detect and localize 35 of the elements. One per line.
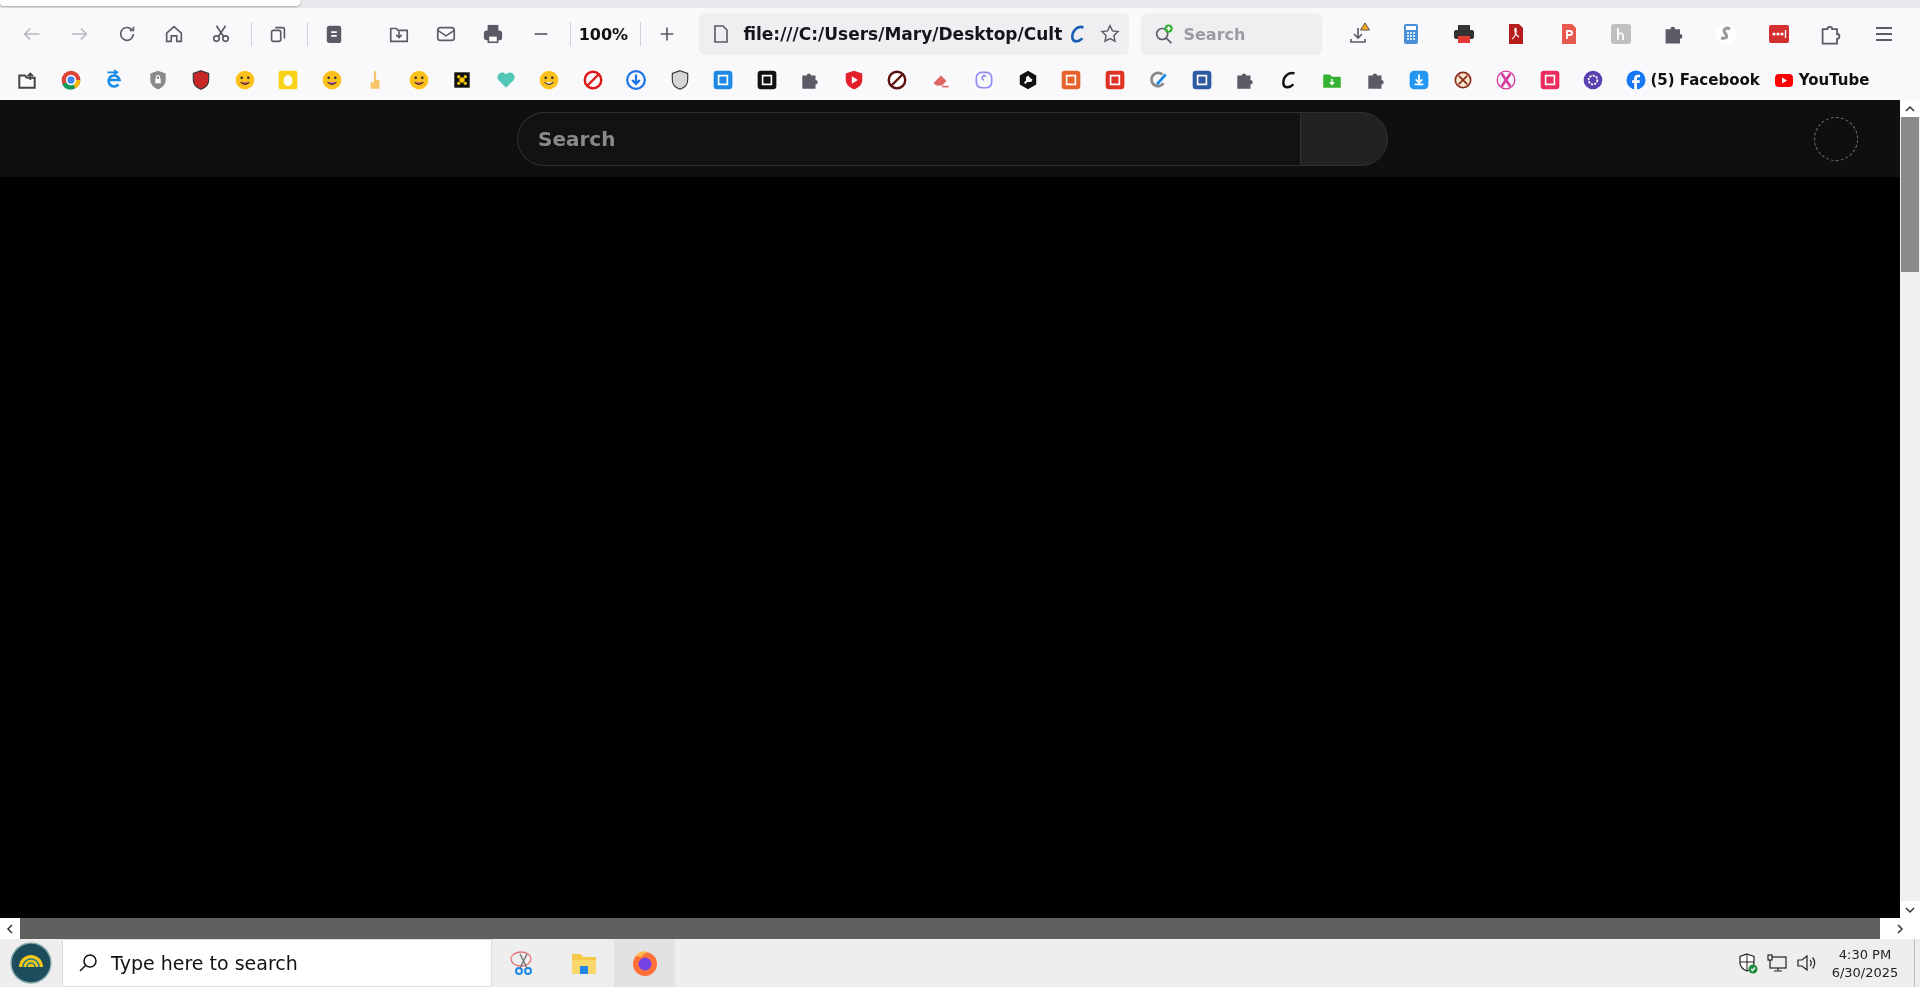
clock[interactable]: 4:30 PM 6/30/2025 [1826,946,1904,980]
star-icon[interactable] [1099,23,1122,45]
search-icon [78,953,98,973]
scrollbar-thumb[interactable] [1901,117,1919,272]
taskbar-search-field[interactable]: Type here to search [62,939,492,987]
scrollbar-thumb[interactable] [20,918,1880,939]
download-icon[interactable] [625,69,647,91]
prohibited-sign-icon[interactable] [886,69,908,91]
scroll-down-icon[interactable] [1900,901,1920,918]
smiley-icon[interactable] [407,69,430,91]
shield-icon[interactable] [190,69,212,91]
search-field[interactable]: Search [1141,13,1323,55]
smiley-icon[interactable] [320,69,343,91]
smiley-icon[interactable] [538,69,560,91]
cross-icon[interactable] [1495,69,1517,91]
zoom-level[interactable]: 100% [578,24,629,44]
scroll-up-icon[interactable] [1900,100,1920,117]
address-bar[interactable]: file:///C:/Users/Mary/Desktop/Cult [699,13,1130,55]
scroll-left-icon[interactable] [0,918,20,939]
start-button[interactable] [10,942,52,984]
folder-upload-icon[interactable] [16,69,38,91]
browser-logo-icon[interactable] [614,939,675,987]
smiley-icon[interactable] [233,69,256,91]
bookmark-link[interactable]: (5) Facebook [1625,70,1760,90]
square-logo-icon[interactable] [755,69,778,91]
bookmark-link[interactable]: YouTube [1773,70,1870,90]
dotted-square-icon[interactable] [451,69,473,91]
gear-icon[interactable] [1582,69,1604,91]
spiral-icon[interactable] [973,69,995,91]
square-logo-icon[interactable] [1190,69,1213,91]
browser-logo-icon[interactable] [59,69,82,91]
search-field[interactable]: Search [517,111,1300,166]
f-logo-icon [1625,70,1646,90]
search-icon [1153,23,1176,45]
download-icon[interactable] [1408,69,1430,91]
